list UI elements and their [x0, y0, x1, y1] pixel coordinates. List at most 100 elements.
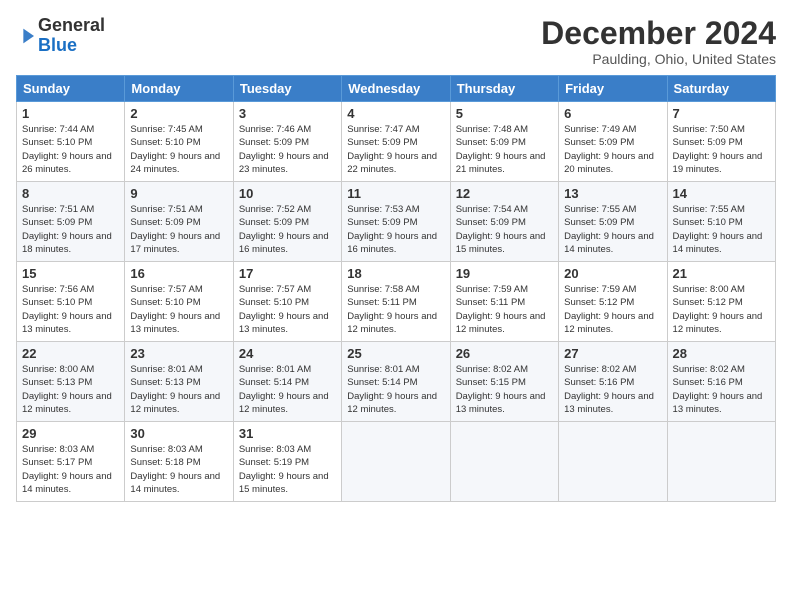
- sunrise-text: Sunrise: 7:51 AM: [130, 204, 202, 215]
- daylight-text: Daylight: 9 hours and 12 minutes.: [239, 391, 329, 415]
- calendar-cell: 1 Sunrise: 7:44 AM Sunset: 5:10 PM Dayli…: [17, 102, 125, 182]
- sunset-text: Sunset: 5:09 PM: [456, 217, 526, 228]
- sunset-text: Sunset: 5:19 PM: [239, 457, 309, 468]
- sunrise-text: Sunrise: 7:52 AM: [239, 204, 311, 215]
- day-info: Sunrise: 7:58 AM Sunset: 5:11 PM Dayligh…: [347, 283, 444, 336]
- day-info: Sunrise: 8:00 AM Sunset: 5:13 PM Dayligh…: [22, 363, 119, 416]
- daylight-text: Daylight: 9 hours and 12 minutes.: [347, 311, 437, 335]
- calendar-cell: [342, 422, 450, 502]
- daylight-text: Daylight: 9 hours and 22 minutes.: [347, 151, 437, 175]
- logo-text: General Blue: [38, 16, 105, 56]
- calendar-cell: 18 Sunrise: 7:58 AM Sunset: 5:11 PM Dayl…: [342, 262, 450, 342]
- calendar-cell: 4 Sunrise: 7:47 AM Sunset: 5:09 PM Dayli…: [342, 102, 450, 182]
- calendar-cell: 22 Sunrise: 8:00 AM Sunset: 5:13 PM Dayl…: [17, 342, 125, 422]
- sunset-text: Sunset: 5:09 PM: [22, 217, 92, 228]
- day-number: 7: [673, 106, 770, 121]
- day-info: Sunrise: 7:54 AM Sunset: 5:09 PM Dayligh…: [456, 203, 553, 256]
- sunset-text: Sunset: 5:17 PM: [22, 457, 92, 468]
- calendar-cell: 24 Sunrise: 8:01 AM Sunset: 5:14 PM Dayl…: [233, 342, 341, 422]
- calendar-cell: 8 Sunrise: 7:51 AM Sunset: 5:09 PM Dayli…: [17, 182, 125, 262]
- sunset-text: Sunset: 5:09 PM: [564, 217, 634, 228]
- calendar-cell: 7 Sunrise: 7:50 AM Sunset: 5:09 PM Dayli…: [667, 102, 775, 182]
- daylight-text: Daylight: 9 hours and 12 minutes.: [673, 311, 763, 335]
- sunrise-text: Sunrise: 8:01 AM: [130, 364, 202, 375]
- day-number: 3: [239, 106, 336, 121]
- sunset-text: Sunset: 5:09 PM: [347, 137, 417, 148]
- day-info: Sunrise: 7:51 AM Sunset: 5:09 PM Dayligh…: [22, 203, 119, 256]
- day-info: Sunrise: 8:02 AM Sunset: 5:16 PM Dayligh…: [564, 363, 661, 416]
- sunrise-text: Sunrise: 8:03 AM: [239, 444, 311, 455]
- sunset-text: Sunset: 5:10 PM: [22, 297, 92, 308]
- sunrise-text: Sunrise: 7:50 AM: [673, 124, 745, 135]
- day-info: Sunrise: 8:02 AM Sunset: 5:15 PM Dayligh…: [456, 363, 553, 416]
- sunrise-text: Sunrise: 8:00 AM: [673, 284, 745, 295]
- sunrise-text: Sunrise: 7:44 AM: [22, 124, 94, 135]
- sunset-text: Sunset: 5:10 PM: [22, 137, 92, 148]
- calendar-cell: 16 Sunrise: 7:57 AM Sunset: 5:10 PM Dayl…: [125, 262, 233, 342]
- calendar-week-0: 1 Sunrise: 7:44 AM Sunset: 5:10 PM Dayli…: [17, 102, 776, 182]
- day-number: 26: [456, 346, 553, 361]
- calendar-cell: 25 Sunrise: 8:01 AM Sunset: 5:14 PM Dayl…: [342, 342, 450, 422]
- sunset-text: Sunset: 5:10 PM: [130, 297, 200, 308]
- sunset-text: Sunset: 5:15 PM: [456, 377, 526, 388]
- sunset-text: Sunset: 5:09 PM: [564, 137, 634, 148]
- daylight-text: Daylight: 9 hours and 20 minutes.: [564, 151, 654, 175]
- logo-icon: [18, 26, 38, 46]
- sunrise-text: Sunrise: 8:02 AM: [456, 364, 528, 375]
- day-info: Sunrise: 8:03 AM Sunset: 5:18 PM Dayligh…: [130, 443, 227, 496]
- day-info: Sunrise: 7:49 AM Sunset: 5:09 PM Dayligh…: [564, 123, 661, 176]
- calendar-cell: 5 Sunrise: 7:48 AM Sunset: 5:09 PM Dayli…: [450, 102, 558, 182]
- sunset-text: Sunset: 5:12 PM: [673, 297, 743, 308]
- daylight-text: Daylight: 9 hours and 21 minutes.: [456, 151, 546, 175]
- logo-general: General: [38, 15, 105, 35]
- day-info: Sunrise: 7:59 AM Sunset: 5:12 PM Dayligh…: [564, 283, 661, 336]
- day-number: 25: [347, 346, 444, 361]
- day-info: Sunrise: 7:57 AM Sunset: 5:10 PM Dayligh…: [239, 283, 336, 336]
- day-number: 23: [130, 346, 227, 361]
- day-info: Sunrise: 7:50 AM Sunset: 5:09 PM Dayligh…: [673, 123, 770, 176]
- day-info: Sunrise: 7:57 AM Sunset: 5:10 PM Dayligh…: [130, 283, 227, 336]
- calendar-cell: 21 Sunrise: 8:00 AM Sunset: 5:12 PM Dayl…: [667, 262, 775, 342]
- daylight-text: Daylight: 9 hours and 23 minutes.: [239, 151, 329, 175]
- sunrise-text: Sunrise: 8:00 AM: [22, 364, 94, 375]
- logo-blue: Blue: [38, 35, 77, 55]
- day-info: Sunrise: 8:01 AM Sunset: 5:13 PM Dayligh…: [130, 363, 227, 416]
- sunrise-text: Sunrise: 8:02 AM: [673, 364, 745, 375]
- sunrise-text: Sunrise: 7:59 AM: [564, 284, 636, 295]
- daylight-text: Daylight: 9 hours and 13 minutes.: [130, 311, 220, 335]
- sunset-text: Sunset: 5:10 PM: [130, 137, 200, 148]
- sunset-text: Sunset: 5:11 PM: [456, 297, 526, 308]
- sunrise-text: Sunrise: 7:45 AM: [130, 124, 202, 135]
- day-number: 1: [22, 106, 119, 121]
- logo: General Blue: [16, 16, 105, 56]
- calendar-cell: 28 Sunrise: 8:02 AM Sunset: 5:16 PM Dayl…: [667, 342, 775, 422]
- day-number: 20: [564, 266, 661, 281]
- sunset-text: Sunset: 5:09 PM: [456, 137, 526, 148]
- day-info: Sunrise: 7:52 AM Sunset: 5:09 PM Dayligh…: [239, 203, 336, 256]
- calendar-cell: [450, 422, 558, 502]
- daylight-text: Daylight: 9 hours and 14 minutes.: [130, 471, 220, 495]
- calendar-cell: 6 Sunrise: 7:49 AM Sunset: 5:09 PM Dayli…: [559, 102, 667, 182]
- daylight-text: Daylight: 9 hours and 14 minutes.: [22, 471, 112, 495]
- col-wednesday: Wednesday: [342, 76, 450, 102]
- sunrise-text: Sunrise: 7:48 AM: [456, 124, 528, 135]
- daylight-text: Daylight: 9 hours and 18 minutes.: [22, 231, 112, 255]
- daylight-text: Daylight: 9 hours and 16 minutes.: [239, 231, 329, 255]
- calendar-cell: 23 Sunrise: 8:01 AM Sunset: 5:13 PM Dayl…: [125, 342, 233, 422]
- day-info: Sunrise: 8:03 AM Sunset: 5:17 PM Dayligh…: [22, 443, 119, 496]
- calendar-cell: 29 Sunrise: 8:03 AM Sunset: 5:17 PM Dayl…: [17, 422, 125, 502]
- title-block: December 2024 Paulding, Ohio, United Sta…: [541, 16, 776, 67]
- calendar-cell: 27 Sunrise: 8:02 AM Sunset: 5:16 PM Dayl…: [559, 342, 667, 422]
- sunset-text: Sunset: 5:11 PM: [347, 297, 417, 308]
- daylight-text: Daylight: 9 hours and 26 minutes.: [22, 151, 112, 175]
- day-number: 17: [239, 266, 336, 281]
- daylight-text: Daylight: 9 hours and 12 minutes.: [22, 391, 112, 415]
- calendar-cell: 2 Sunrise: 7:45 AM Sunset: 5:10 PM Dayli…: [125, 102, 233, 182]
- day-info: Sunrise: 7:59 AM Sunset: 5:11 PM Dayligh…: [456, 283, 553, 336]
- col-friday: Friday: [559, 76, 667, 102]
- sunrise-text: Sunrise: 7:56 AM: [22, 284, 94, 295]
- sunrise-text: Sunrise: 7:53 AM: [347, 204, 419, 215]
- day-number: 9: [130, 186, 227, 201]
- calendar-table: Sunday Monday Tuesday Wednesday Thursday…: [16, 75, 776, 502]
- calendar-cell: 3 Sunrise: 7:46 AM Sunset: 5:09 PM Dayli…: [233, 102, 341, 182]
